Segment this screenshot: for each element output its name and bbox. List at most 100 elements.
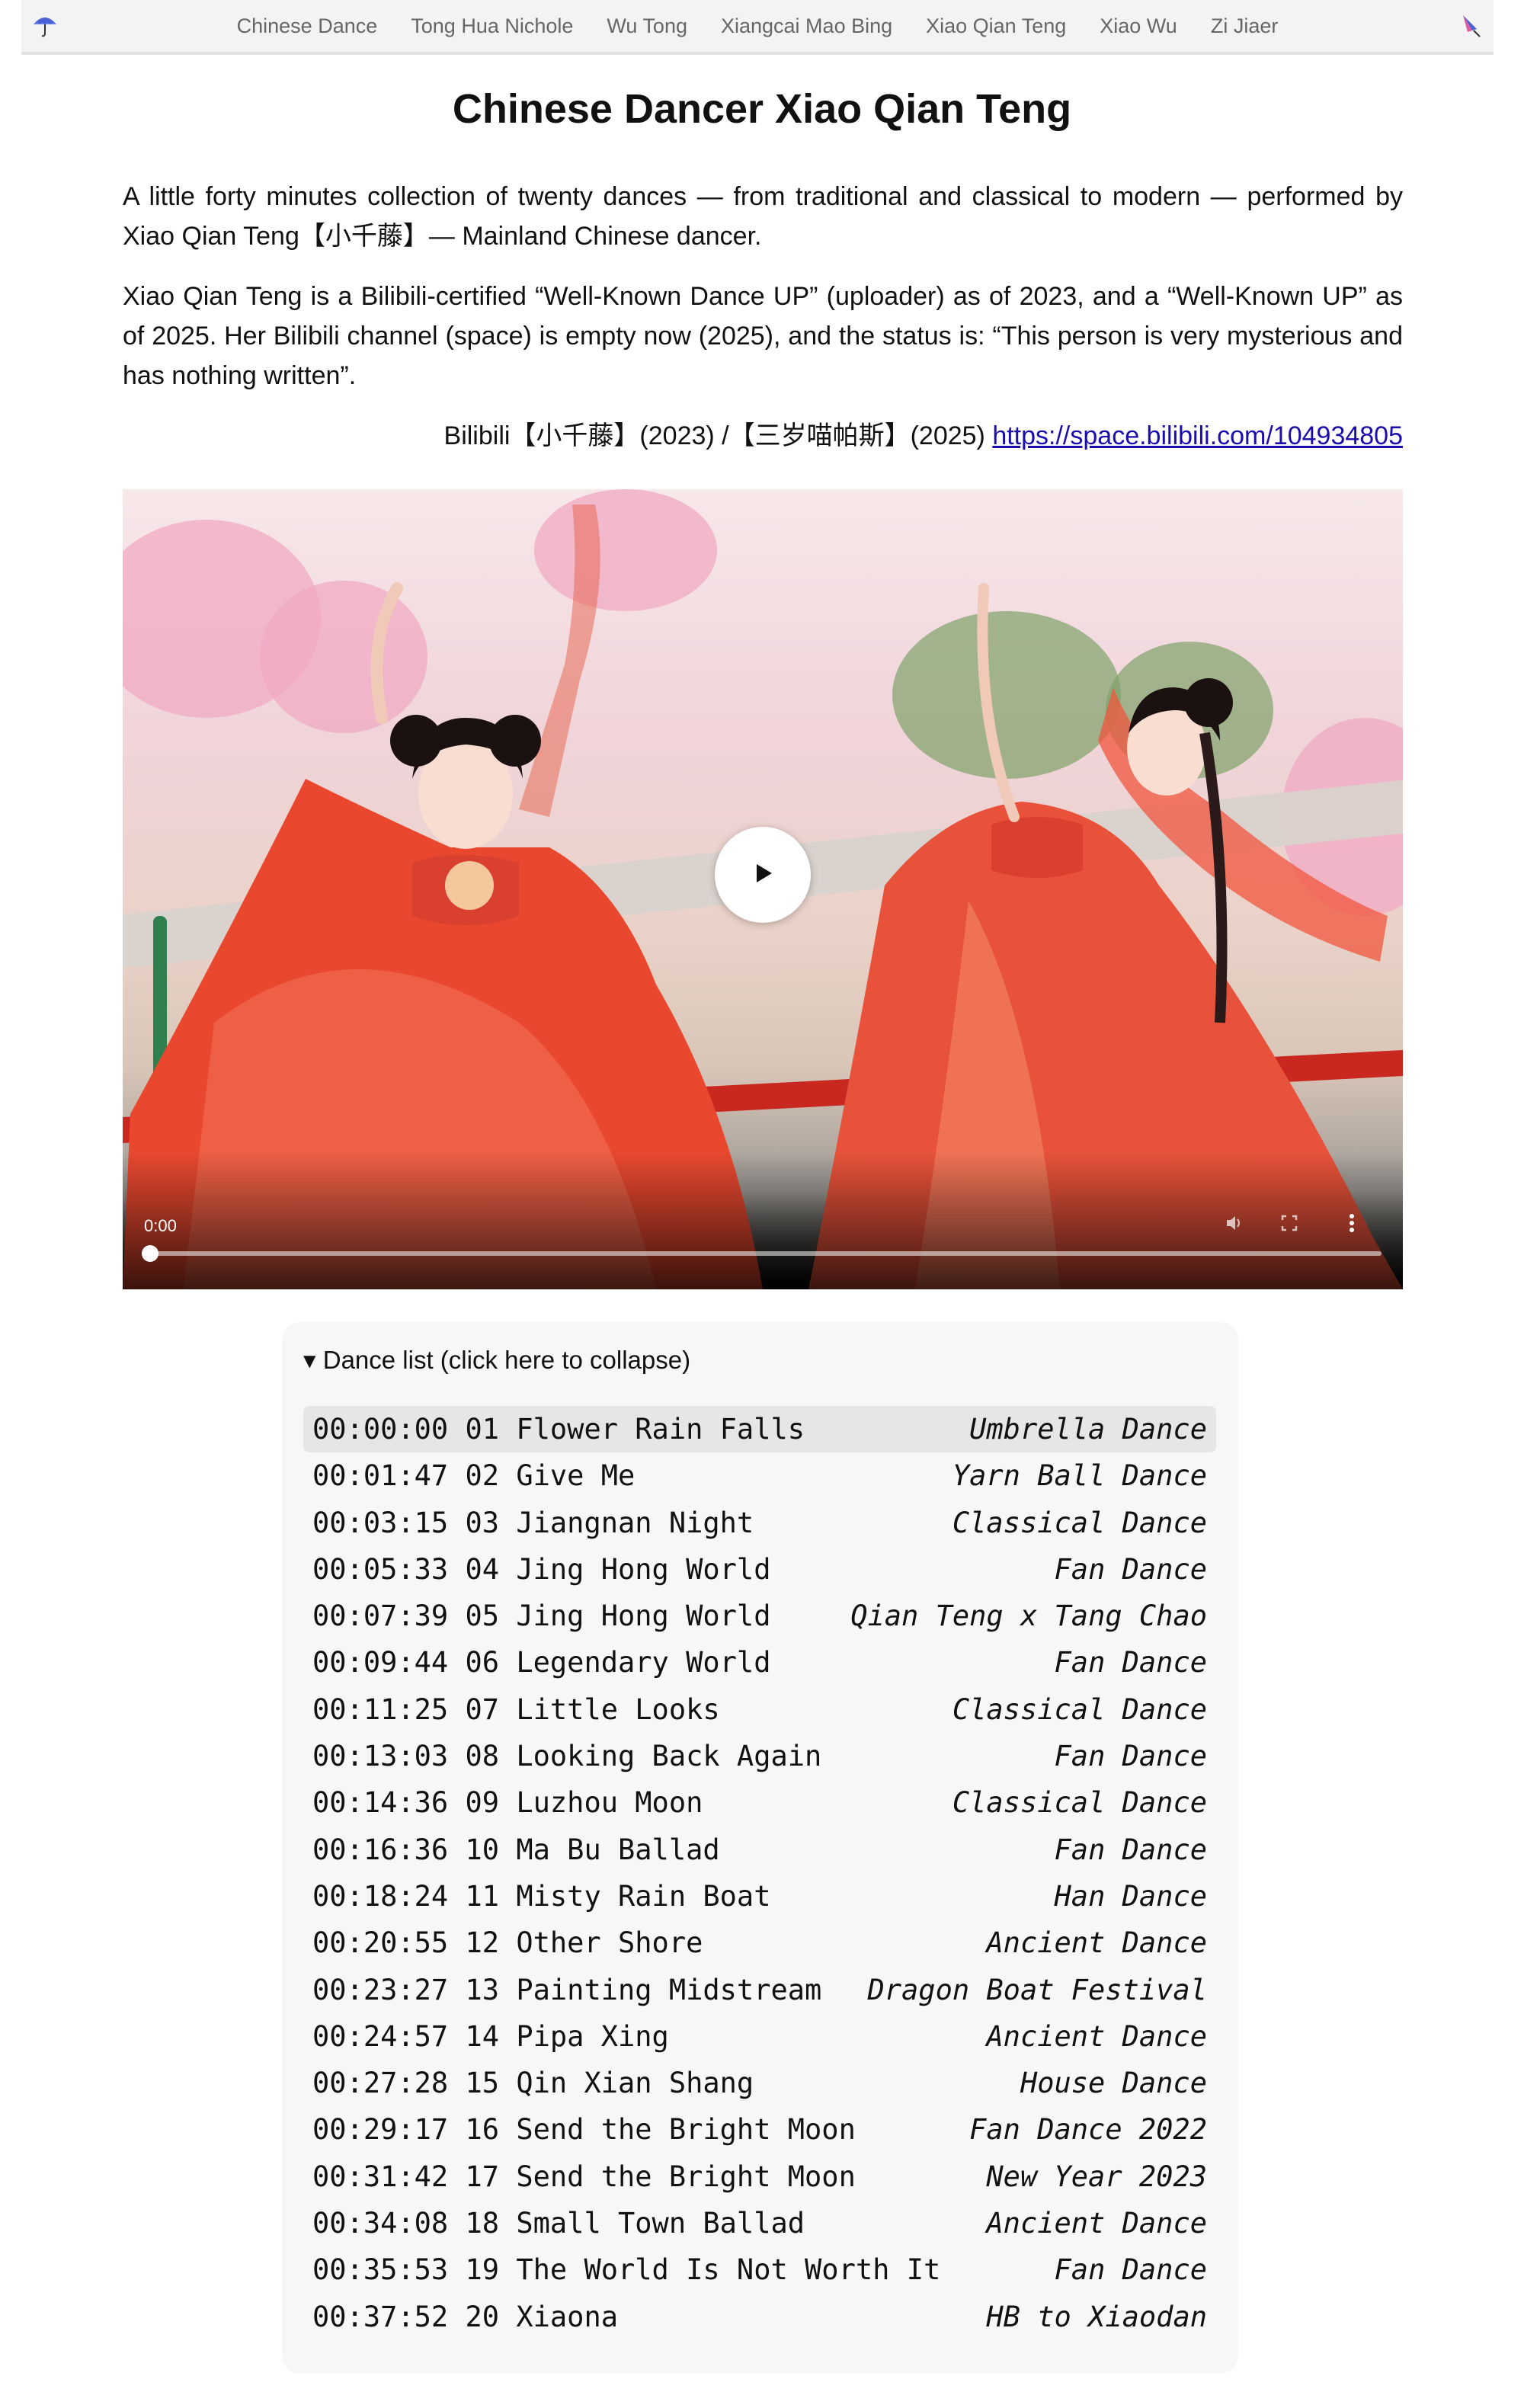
nav-item-tong-hua-nichole[interactable]: Tong Hua Nichole bbox=[411, 14, 573, 38]
list-item[interactable]: 00:20:55 12 Other Shore Ancient Dance bbox=[303, 1920, 1216, 1966]
dance-number: 18 bbox=[465, 2207, 500, 2240]
dance-category: Ancient Dance bbox=[986, 1926, 1207, 1960]
nav-item-xiangcai-mao-bing[interactable]: Xiangcai Mao Bing bbox=[721, 14, 892, 38]
dance-timestamp[interactable]: 00:14:36 bbox=[312, 1786, 448, 1819]
dance-title: The World Is Not Worth It bbox=[516, 2253, 941, 2287]
list-item[interactable]: 00:37:52 20 Xiaona HB to Xiaodan bbox=[303, 2294, 1216, 2340]
dance-category: Umbrella Dance bbox=[969, 1413, 1207, 1446]
dance-title: Pipa Xing bbox=[516, 2019, 669, 2053]
dance-list-toggle[interactable]: ▾ Dance list (click here to collapse) bbox=[303, 1345, 690, 1375]
dance-category: Fan Dance bbox=[1054, 1833, 1207, 1866]
list-item[interactable]: 00:24:57 14 Pipa Xing Ancient Dance bbox=[303, 2013, 1216, 2060]
volume-icon[interactable] bbox=[1221, 1210, 1247, 1236]
dance-timestamp[interactable]: 00:09:44 bbox=[312, 1646, 448, 1679]
nav-links: Chinese Dance Tong Hua Nichole Wu Tong X… bbox=[21, 0, 1494, 52]
play-button[interactable] bbox=[715, 827, 811, 923]
dance-timestamp[interactable]: 00:11:25 bbox=[312, 1693, 448, 1726]
status-paragraph: Xiao Qian Teng is a Bilibili-certified “… bbox=[123, 282, 1403, 390]
bilibili-link[interactable]: https://space.bilibili.com/104934805 bbox=[992, 421, 1403, 450]
more-vertical-icon[interactable] bbox=[1339, 1210, 1365, 1236]
dance-category: Fan Dance bbox=[1054, 1552, 1207, 1586]
dance-category: Fan Dance bbox=[1054, 1646, 1207, 1680]
dance-number: 02 bbox=[465, 1459, 500, 1493]
dance-category: HB to Xiaodan bbox=[986, 2300, 1207, 2333]
list-item[interactable]: 00:34:08 18 Small Town Ballad Ancient Dan… bbox=[303, 2200, 1216, 2246]
dance-number: 12 bbox=[465, 1926, 500, 1960]
dance-timestamp[interactable]: 00:18:24 bbox=[312, 1880, 448, 1913]
dance-title: Legendary World bbox=[516, 1646, 771, 1680]
dance-timestamp[interactable]: 00:37:52 bbox=[312, 2301, 448, 2333]
dance-title: Qin Xian Shang bbox=[516, 2067, 754, 2100]
dance-title: Flower Rain Falls bbox=[516, 1413, 805, 1446]
dance-category: Qian Teng x Tang Chao bbox=[850, 1599, 1207, 1633]
dance-number: 08 bbox=[465, 1740, 500, 1773]
dance-category: Fan Dance 2022 bbox=[969, 2113, 1207, 2147]
list-item[interactable]: 00:23:27 13 Painting Midstream Dragon Boa… bbox=[303, 1967, 1216, 2013]
dance-category: Fan Dance bbox=[1054, 1740, 1207, 1773]
dance-title: Send the Bright Moon bbox=[516, 2160, 856, 2193]
list-item[interactable]: 00:03:15 03 Jiangnan Night Classical Danc… bbox=[303, 1500, 1216, 1546]
nav-item-xiao-wu[interactable]: Xiao Wu bbox=[1100, 14, 1177, 38]
dance-timestamp[interactable]: 00:35:53 bbox=[312, 2253, 448, 2286]
nav-item-wu-tong[interactable]: Wu Tong bbox=[607, 14, 687, 38]
dance-timestamp[interactable]: 00:01:47 bbox=[312, 1459, 448, 1492]
dance-timestamp[interactable]: 00:34:08 bbox=[312, 2207, 448, 2240]
dance-timestamp[interactable]: 00:00:00 bbox=[312, 1413, 448, 1446]
dance-title: Ma Bu Ballad bbox=[516, 1833, 720, 1866]
dance-number: 17 bbox=[465, 2160, 500, 2193]
dance-number: 05 bbox=[465, 1599, 500, 1633]
dance-category: Han Dance bbox=[1054, 1879, 1207, 1913]
dance-title: Small Town Ballad bbox=[516, 2207, 805, 2240]
dance-timestamp[interactable]: 00:29:17 bbox=[312, 2113, 448, 2146]
dance-title: Send the Bright Moon bbox=[516, 2113, 856, 2147]
dance-number: 19 bbox=[465, 2253, 500, 2287]
list-item[interactable]: 00:01:47 02 Give Me Yarn Ball Dance bbox=[303, 1452, 1216, 1499]
dance-title: Jing Hong World bbox=[516, 1599, 771, 1633]
dance-timestamp[interactable]: 00:13:03 bbox=[312, 1740, 448, 1772]
list-item[interactable]: 00:35:53 19 The World Is Not Worth It Fan… bbox=[303, 2246, 1216, 2293]
list-item[interactable]: 00:31:42 17 Send the Bright Moon New Year… bbox=[303, 2153, 1216, 2200]
dance-timestamp[interactable]: 00:31:42 bbox=[312, 2160, 448, 2193]
nav-item-zi-jiaer[interactable]: Zi Jiaer bbox=[1211, 14, 1279, 38]
progress-handle[interactable] bbox=[142, 1245, 158, 1262]
list-item[interactable]: 00:18:24 11 Misty Rain Boat Han Dance bbox=[303, 1873, 1216, 1920]
dance-timestamp[interactable]: 00:24:57 bbox=[312, 2020, 448, 2053]
dance-timestamp[interactable]: 00:23:27 bbox=[312, 1974, 448, 2006]
dance-number: 14 bbox=[465, 2019, 500, 2053]
progress-bar[interactable] bbox=[142, 1245, 1382, 1262]
dance-timestamp[interactable]: 00:20:55 bbox=[312, 1926, 448, 1959]
dance-category: Classical Dance bbox=[952, 1692, 1207, 1726]
nav-item-chinese-dance[interactable]: Chinese Dance bbox=[237, 14, 378, 38]
dance-timestamp[interactable]: 00:05:33 bbox=[312, 1553, 448, 1586]
list-item[interactable]: 00:27:28 15 Qin Xian Shang House Dance bbox=[303, 2060, 1216, 2106]
list-item[interactable]: 00:05:33 04 Jing Hong World Fan Dance bbox=[303, 1546, 1216, 1593]
dance-number: 06 bbox=[465, 1646, 500, 1680]
intro-paragraph: A little forty minutes collection of twe… bbox=[123, 182, 1403, 251]
list-item[interactable]: 00:00:00 01 Flower Rain Falls Umbrella Da… bbox=[303, 1406, 1216, 1453]
dance-timestamp[interactable]: 00:07:39 bbox=[312, 1599, 448, 1632]
play-icon bbox=[748, 858, 778, 892]
list-item[interactable]: 00:29:17 16 Send the Bright Moon Fan Danc… bbox=[303, 2106, 1216, 2153]
video-player[interactable]: 0:00 bbox=[123, 489, 1403, 1289]
dance-category: Ancient Dance bbox=[986, 2207, 1207, 2240]
list-item[interactable]: 00:07:39 05 Jing Hong World Qian Teng x T… bbox=[303, 1593, 1216, 1639]
list-item[interactable]: 00:13:03 08 Looking Back Again Fan Dance bbox=[303, 1733, 1216, 1779]
dance-category: Ancient Dance bbox=[986, 2019, 1207, 2053]
dance-number: 20 bbox=[465, 2300, 500, 2333]
list-item[interactable]: 00:16:36 10 Ma Bu Ballad Fan Dance bbox=[303, 1827, 1216, 1873]
dance-number: 01 bbox=[465, 1413, 500, 1446]
dance-category: Dragon Boat Festival bbox=[867, 1973, 1207, 2006]
fullscreen-icon[interactable] bbox=[1276, 1210, 1302, 1236]
time-display: 0:00 bbox=[144, 1216, 177, 1235]
list-item[interactable]: 00:11:25 07 Little Looks Classical Dance bbox=[303, 1686, 1216, 1733]
dance-timestamp[interactable]: 00:16:36 bbox=[312, 1833, 448, 1866]
list-item[interactable]: 00:09:44 06 Legendary World Fan Dance bbox=[303, 1639, 1216, 1686]
dance-title: Looking Back Again bbox=[516, 1740, 822, 1773]
dance-category: Yarn Ball Dance bbox=[952, 1459, 1207, 1493]
list-item[interactable]: 00:14:36 09 Luzhou Moon Classical Dance bbox=[303, 1779, 1216, 1826]
nav-item-xiao-qian-teng[interactable]: Xiao Qian Teng bbox=[926, 14, 1066, 38]
dance-timestamp[interactable]: 00:03:15 bbox=[312, 1507, 448, 1539]
dance-title: Misty Rain Boat bbox=[516, 1879, 771, 1913]
dance-timestamp[interactable]: 00:27:28 bbox=[312, 2067, 448, 2099]
closed-umbrella-icon[interactable] bbox=[1457, 12, 1483, 38]
